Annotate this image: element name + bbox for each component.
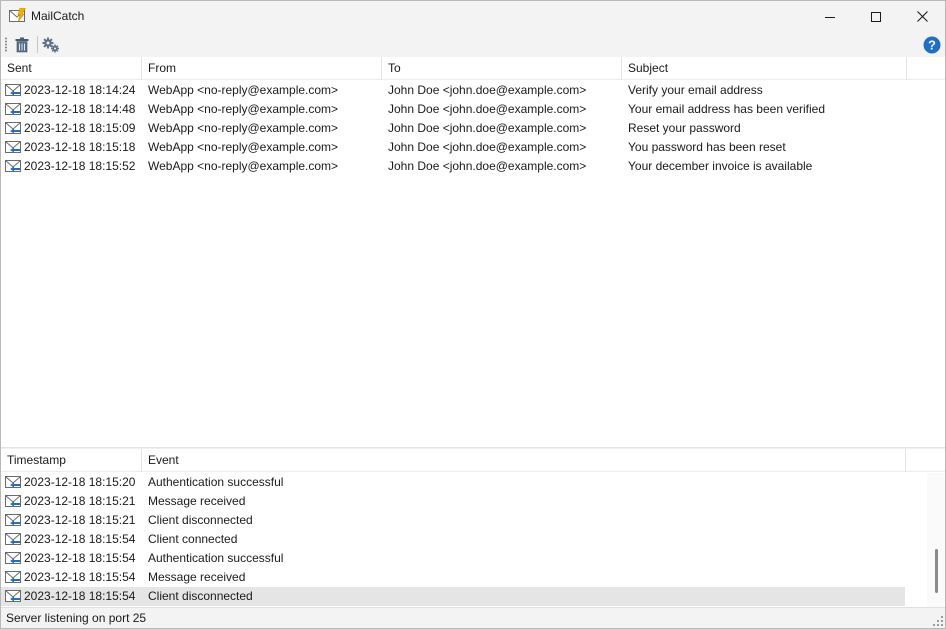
gears-icon [42, 37, 59, 52]
log-timestamp: 2023-12-18 18:15:54 [24, 551, 136, 565]
log-scroll-thumb[interactable] [935, 549, 938, 593]
log-timestamp: 2023-12-18 18:15:21 [24, 494, 136, 508]
message-from: WebApp <no-reply@example.com> [148, 159, 339, 173]
log-row[interactable]: 2023-12-18 18:15:21 Message received [1, 492, 905, 511]
maximize-button[interactable] [853, 1, 899, 32]
toolbar-separator [37, 36, 38, 53]
close-icon [916, 11, 928, 22]
minimize-icon [825, 16, 835, 18]
message-from: WebApp <no-reply@example.com> [148, 83, 339, 97]
mail-envelope-icon [5, 552, 21, 564]
message-sent: 2023-12-18 18:15:18 [24, 140, 136, 154]
log-row[interactable]: 2023-12-18 18:15:54 Authentication succes… [1, 549, 905, 568]
log-row[interactable]: 2023-12-18 18:15:54 Message received [1, 568, 905, 587]
message-subject: You password has been reset [628, 140, 786, 154]
log-list[interactable]: Timestamp Event 2023-12-18 18:15:20 Authe… [1, 449, 945, 607]
messages-header: Sent From To Subject [1, 57, 945, 80]
log-timestamp: 2023-12-18 18:15:54 [24, 570, 136, 584]
log-timestamp: 2023-12-18 18:15:54 [24, 589, 136, 603]
status-text: Server listening on port 25 [6, 611, 147, 625]
log-row[interactable]: 2023-12-18 18:15:21 Client disconnected [1, 511, 905, 530]
message-subject: Reset your password [628, 121, 741, 135]
close-button[interactable] [899, 1, 945, 32]
mail-envelope-icon [5, 533, 21, 545]
message-to: John Doe <john.doe@example.com> [388, 83, 587, 97]
message-to: John Doe <john.doe@example.com> [388, 140, 587, 154]
mail-envelope-icon [5, 476, 21, 488]
log-timestamp: 2023-12-18 18:15:54 [24, 532, 136, 546]
svg-text:?: ? [928, 37, 936, 52]
mail-envelope-icon [5, 590, 21, 602]
resize-grip-icon[interactable] [932, 615, 944, 627]
column-to[interactable]: To [382, 57, 622, 80]
mail-envelope-icon [5, 160, 21, 172]
log-event: Client connected [148, 532, 238, 546]
help-icon: ? [923, 36, 941, 53]
message-to: John Doe <john.doe@example.com> [388, 121, 587, 135]
column-event[interactable]: Event [142, 449, 906, 472]
settings-button[interactable] [40, 34, 62, 55]
message-from: WebApp <no-reply@example.com> [148, 140, 339, 154]
title-bar[interactable]: MailCatch [1, 1, 945, 32]
column-sent[interactable]: Sent [1, 57, 142, 80]
mailcatch-window: MailCatch ? Sent From To Subject 2023-12… [0, 0, 946, 629]
message-sent: 2023-12-18 18:15:09 [24, 121, 136, 135]
log-row[interactable]: 2023-12-18 18:15:20 Authentication succes… [1, 473, 905, 492]
column-timestamp[interactable]: Timestamp [1, 449, 142, 472]
message-sent: 2023-12-18 18:15:52 [24, 159, 136, 173]
log-timestamp: 2023-12-18 18:15:21 [24, 513, 136, 527]
message-row[interactable]: 2023-12-18 18:15:09 WebApp <no-reply@exam… [1, 119, 905, 138]
log-event: Authentication successful [148, 475, 284, 489]
message-row[interactable]: 2023-12-18 18:15:18 WebApp <no-reply@exam… [1, 138, 905, 157]
mail-envelope-icon [5, 141, 21, 153]
toolbar-grip[interactable] [5, 37, 7, 52]
message-sent: 2023-12-18 18:14:24 [24, 83, 136, 97]
message-subject: Your december invoice is available [628, 159, 813, 173]
mail-envelope-icon [5, 495, 21, 507]
window-title: MailCatch [31, 9, 85, 23]
mail-envelope-icon [5, 103, 21, 115]
maximize-icon [871, 11, 881, 22]
log-event: Message received [148, 570, 246, 584]
message-subject: Your email address has been verified [628, 102, 826, 116]
minimize-button[interactable] [807, 1, 853, 32]
log-event: Message received [148, 494, 246, 508]
help-button[interactable]: ? [921, 34, 943, 55]
column-subject[interactable]: Subject [622, 57, 907, 80]
app-mail-icon [9, 8, 26, 23]
log-event: Client disconnected [148, 513, 253, 527]
message-sent: 2023-12-18 18:14:48 [24, 102, 136, 116]
trash-icon [15, 37, 29, 52]
log-row[interactable]: 2023-12-18 18:15:54 Client connected [1, 530, 905, 549]
status-bar: Server listening on port 25 [1, 607, 945, 628]
log-header: Timestamp Event [1, 449, 945, 472]
messages-list[interactable]: Sent From To Subject 2023-12-18 18:14:24… [1, 57, 945, 447]
message-from: WebApp <no-reply@example.com> [148, 102, 339, 116]
log-row[interactable]: 2023-12-18 18:15:54 Client disconnected [1, 587, 905, 606]
message-from: WebApp <no-reply@example.com> [148, 121, 339, 135]
delete-all-button[interactable] [11, 34, 33, 55]
mail-envelope-icon [5, 122, 21, 134]
mail-envelope-icon [5, 514, 21, 526]
column-from[interactable]: From [142, 57, 382, 80]
log-timestamp: 2023-12-18 18:15:20 [24, 475, 136, 489]
message-row[interactable]: 2023-12-18 18:14:48 WebApp <no-reply@exam… [1, 100, 905, 119]
log-event: Client disconnected [148, 589, 253, 603]
message-to: John Doe <john.doe@example.com> [388, 102, 587, 116]
message-row[interactable]: 2023-12-18 18:15:52 WebApp <no-reply@exam… [1, 157, 905, 176]
log-event: Authentication successful [148, 551, 284, 565]
mail-envelope-icon [5, 84, 21, 96]
message-subject: Verify your email address [628, 83, 763, 97]
message-row[interactable]: 2023-12-18 18:14:24 WebApp <no-reply@exam… [1, 81, 905, 100]
message-to: John Doe <john.doe@example.com> [388, 159, 587, 173]
toolbar: ? [1, 32, 945, 57]
log-vertical-scrollbar[interactable] [927, 473, 945, 607]
mail-envelope-icon [5, 571, 21, 583]
